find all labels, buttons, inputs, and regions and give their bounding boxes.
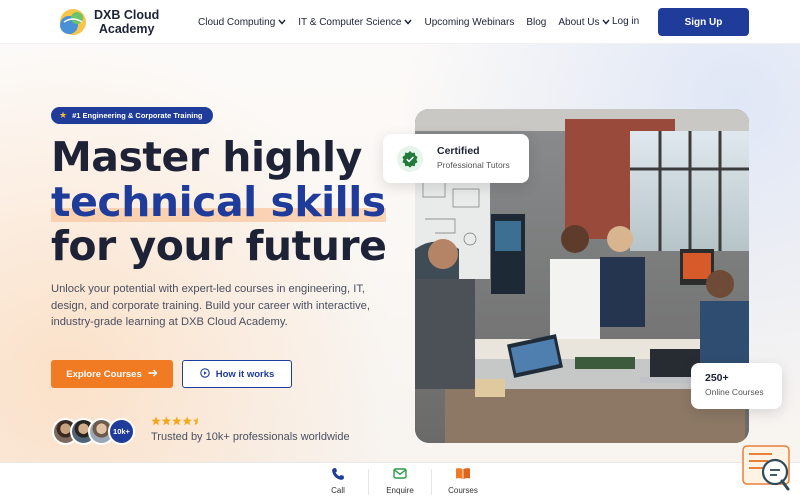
star-icon: ★ — [59, 110, 68, 120]
how-it-works-button[interactable]: How it works — [182, 360, 292, 388]
login-link[interactable]: Log in — [612, 16, 639, 27]
courses-action[interactable]: Courses — [432, 467, 494, 495]
explore-courses-label: Explore Courses — [66, 368, 142, 380]
certified-card: Certified Professional Tutors — [383, 134, 529, 183]
courses-label: Courses — [448, 486, 478, 495]
nav-item-label: Blog — [526, 16, 547, 28]
online-courses-card: 250+ Online Courses — [691, 363, 782, 409]
signup-button[interactable]: Sign Up — [658, 8, 749, 36]
chat-widget-icon[interactable] — [742, 445, 792, 491]
hero-title-line2: technical skills — [51, 178, 386, 226]
hero-title-line3: for your future — [51, 222, 387, 270]
nav-item-cloud-computing[interactable]: Cloud Computing — [198, 17, 286, 28]
hero-title-highlight: technical skills — [51, 178, 386, 226]
rating-stars — [151, 416, 203, 429]
brand-name-line2: Academy — [98, 22, 155, 36]
nav-item-blog[interactable]: Blog — [526, 17, 546, 28]
mobile-action-bar: Call Enquire Courses — [0, 462, 800, 500]
certified-subtitle: Professional Tutors — [437, 160, 510, 170]
nav-item-it-computer-science[interactable]: IT & Computer Science — [298, 16, 413, 28]
call-action[interactable]: Call — [307, 467, 369, 495]
how-it-works-label: How it works — [215, 368, 275, 380]
certified-title: Certified — [437, 145, 480, 157]
nav-item-upcoming-webinars[interactable]: Upcoming Webinars — [424, 17, 514, 28]
brand-name: DXB Cloud Academy — [94, 8, 159, 36]
online-courses-label: Online Courses — [705, 387, 764, 397]
chevron-down-icon — [404, 18, 413, 27]
nav-item-label: Cloud Computing — [198, 16, 276, 28]
logo-globe-icon — [58, 7, 88, 37]
chevron-down-icon — [602, 18, 611, 27]
avatar-count-badge: 10k+ — [108, 418, 135, 445]
explore-courses-button[interactable]: Explore Courses — [51, 360, 173, 388]
call-label: Call — [331, 486, 345, 495]
book-icon — [432, 467, 494, 483]
enquire-action[interactable]: Enquire — [369, 467, 431, 495]
hero-title-line1: Master highly — [51, 133, 362, 181]
brand-name-line1: DXB Cloud — [94, 8, 160, 22]
online-courses-count: 250+ — [705, 372, 729, 384]
chevron-down-icon — [278, 18, 286, 27]
hero-badge-label: #1 Engineering & Corporate Training — [72, 111, 203, 120]
hero-badge: ★ #1 Engineering & Corporate Training — [51, 107, 213, 124]
mail-icon — [369, 467, 431, 483]
main-nav: Cloud Computing IT & Computer Science Up… — [198, 0, 622, 44]
nav-item-label: Upcoming Webinars — [424, 16, 515, 28]
nav-item-label: IT & Computer Science — [298, 16, 402, 28]
enquire-label: Enquire — [386, 486, 414, 495]
site-header: DXB Cloud Academy Cloud Computing IT & C… — [0, 0, 800, 44]
nav-item-label: About Us — [558, 16, 600, 28]
play-circle-icon — [199, 367, 210, 381]
arrow-right-icon — [148, 369, 158, 380]
trusted-text: Trusted by 10k+ professionals worldwide — [151, 431, 350, 443]
phone-icon — [307, 467, 369, 483]
hero-description: Unlock your potential with expert-led co… — [51, 283, 371, 328]
badge-check-icon — [397, 146, 423, 172]
nav-item-about-us[interactable]: About Us — [558, 16, 611, 28]
brand-logo[interactable]: DXB Cloud Academy — [58, 4, 168, 40]
